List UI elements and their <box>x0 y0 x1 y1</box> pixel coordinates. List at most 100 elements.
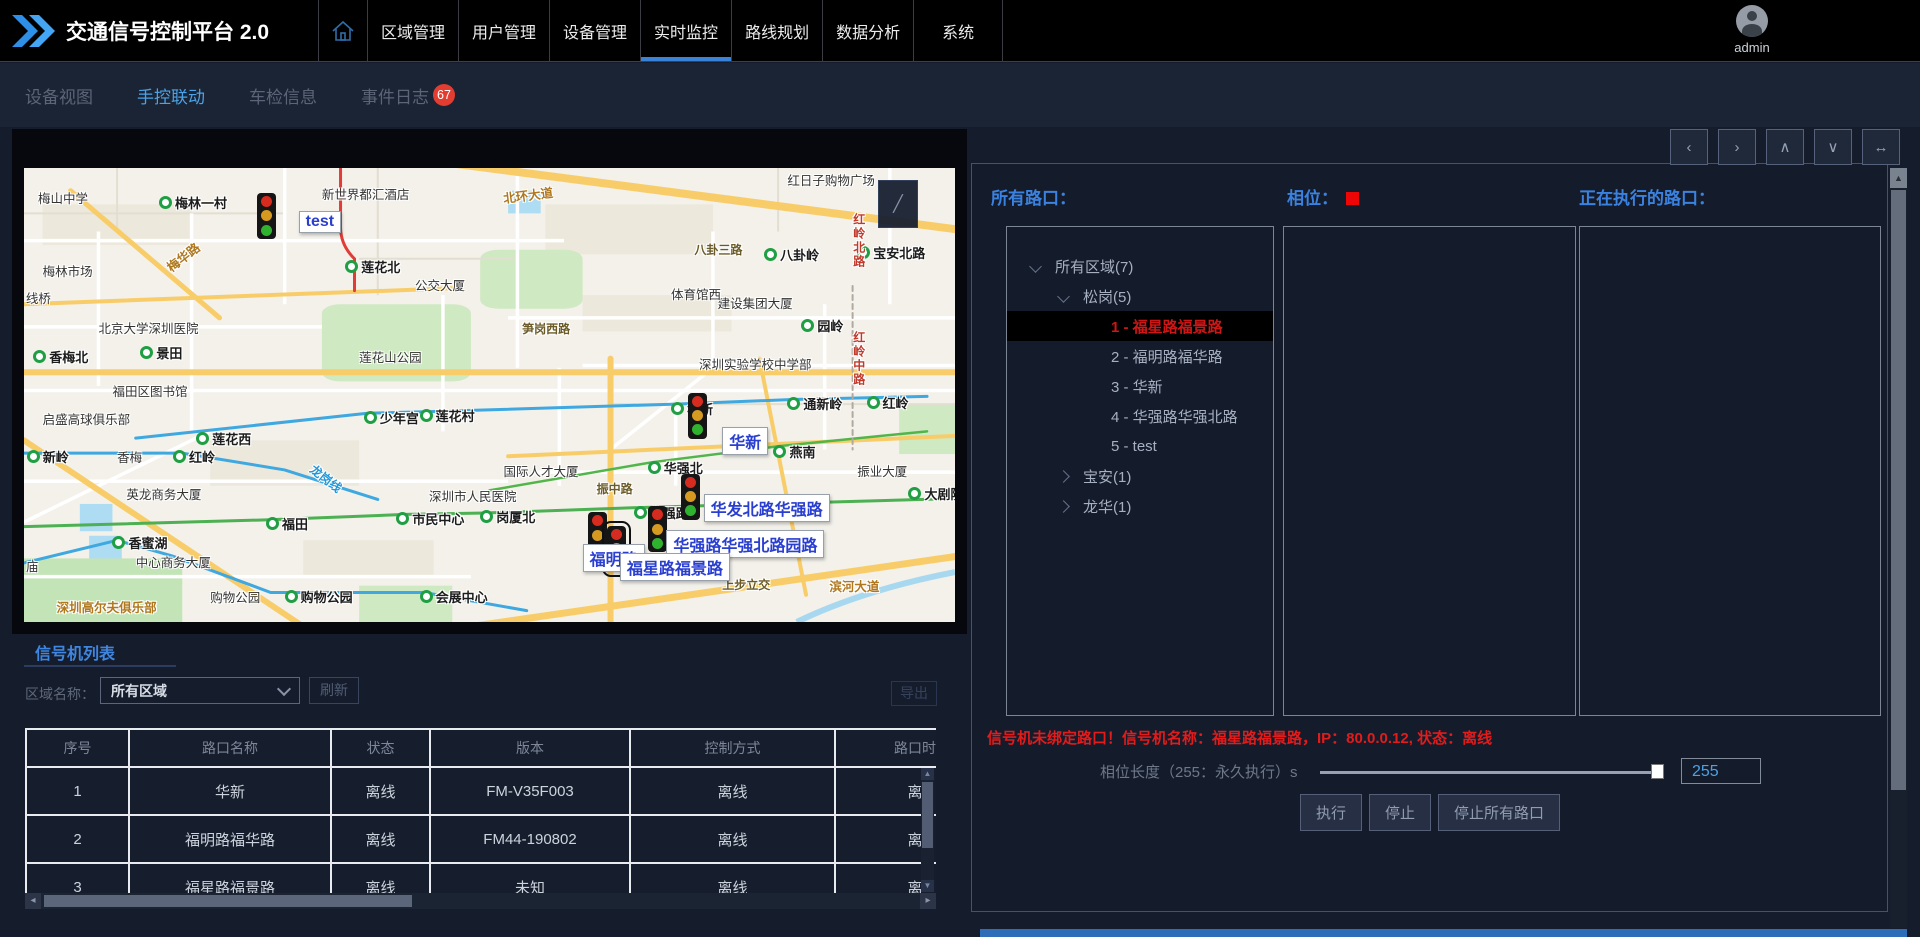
pan-expand-button[interactable]: ↔ <box>1862 129 1900 165</box>
region-name-label: 区域名称： <box>25 684 95 704</box>
red-light <box>611 529 622 540</box>
tree-node[interactable]: 1 - 福星路福景路 <box>1007 311 1273 341</box>
tree-node[interactable]: 所有区域(7) <box>1007 251 1273 281</box>
station-name: 香梅北 <box>49 347 88 366</box>
hscroll-track[interactable] <box>41 893 920 909</box>
signal-list-underline <box>24 665 176 667</box>
nav-item[interactable]: 设备管理 <box>549 0 640 61</box>
map-station-label: 莲花北 <box>345 257 400 276</box>
scroll-left-icon[interactable]: ◂ <box>25 893 41 909</box>
map-signal-label[interactable]: test <box>299 211 341 233</box>
subtab[interactable]: 事件日志67 <box>361 83 455 108</box>
table-cell: 2 <box>26 815 129 863</box>
tree-node[interactable]: 3 - 华新 <box>1007 371 1273 401</box>
map-label: 福田区图书馆 <box>112 381 187 400</box>
nav-item[interactable]: 路线规划 <box>731 0 822 61</box>
metro-station-icon <box>140 346 153 359</box>
map-canvas[interactable]: ╱ 梅山中学梅林一村新世界都汇酒店北环大道红日子购物广场梅林市场莲花北公交大厦八… <box>24 168 955 622</box>
yellow-light <box>652 524 663 535</box>
region-select[interactable]: 所有区域 <box>100 677 300 704</box>
map-draw-tool-icon[interactable]: ╱ <box>878 180 918 228</box>
tree-node[interactable]: 龙华(1) <box>1007 491 1273 521</box>
tree-node[interactable]: 2 - 福明路福华路 <box>1007 341 1273 371</box>
station-name: 梅林一村 <box>175 193 227 212</box>
scroll-down-icon[interactable]: ▼ <box>921 880 934 892</box>
metro-station-icon <box>773 445 786 458</box>
map-signal-label[interactable]: 福星路福景路 <box>620 553 730 581</box>
subtab-label: 车检信息 <box>249 83 317 108</box>
chevron-right-icon[interactable] <box>1057 470 1070 483</box>
pan-down-button[interactable]: ∨ <box>1814 129 1852 165</box>
metro-station-icon <box>285 590 298 603</box>
stop-button[interactable]: 停止 <box>1369 794 1431 831</box>
scrollbar-up-icon[interactable]: ▲ <box>1890 168 1907 188</box>
map-station-label: 香蜜湖 <box>112 533 167 552</box>
tree-node[interactable]: 4 - 华强路华强北路 <box>1007 401 1273 431</box>
stop-all-button[interactable]: 停止所有路口 <box>1438 794 1560 831</box>
scroll-right-icon[interactable]: ▸ <box>920 893 936 909</box>
subtab-label: 手控联动 <box>137 83 205 108</box>
nav-item[interactable]: 区域管理 <box>367 0 458 61</box>
table-horizontal-scrollbar[interactable]: ◂ ▸ <box>25 893 936 909</box>
traffic-light-marker[interactable] <box>648 506 667 552</box>
tree-node-label: 龙华(1) <box>1083 496 1131 517</box>
tree-node[interactable]: 松岗(5) <box>1007 281 1273 311</box>
table-row[interactable]: 2福明路福华路离线FM44-190802离线离 <box>26 815 936 863</box>
phase-length-input[interactable]: 255 <box>1681 758 1761 784</box>
metro-station-icon <box>173 450 186 463</box>
subtab[interactable]: 车检信息 <box>249 83 317 108</box>
map-signal-label[interactable]: 华新 <box>722 427 768 455</box>
metro-station-icon <box>364 411 377 424</box>
table-vertical-scrollbar[interactable]: ▲ ▼ <box>921 768 934 892</box>
map-station-label: 市民中心 <box>396 509 464 528</box>
map-station-label: 莲花村 <box>420 406 475 425</box>
scrollbar-thumb[interactable] <box>1891 190 1906 790</box>
station-name: 香蜜湖 <box>128 533 167 552</box>
subtab[interactable]: 手控联动 <box>137 83 205 108</box>
metro-station-icon <box>33 350 46 363</box>
executing-list-box <box>1579 226 1881 716</box>
chevron-slot <box>1059 502 1083 511</box>
navbar-menu: 区域管理用户管理设备管理实时监控路线规划数据分析系统 <box>367 0 1003 61</box>
pan-up-button[interactable]: ∧ <box>1766 129 1804 165</box>
table-row[interactable]: 1华新离线FM-V35F003离线离 <box>26 767 936 815</box>
tree-node[interactable]: 宝安(1) <box>1007 461 1273 491</box>
traffic-light-marker[interactable] <box>688 393 707 439</box>
hscroll-thumb[interactable] <box>44 895 412 907</box>
map-station-label: 少年宫 <box>364 408 419 427</box>
user-menu[interactable]: admin <box>1712 5 1792 55</box>
phase-header-label: 相位： <box>1287 189 1338 208</box>
pan-right-button[interactable]: › <box>1718 129 1756 165</box>
table-row[interactable]: 3福星路福景路离线未知离线离 <box>26 863 936 893</box>
tree-node[interactable]: 5 - test <box>1007 431 1273 461</box>
slider-handle[interactable] <box>1651 764 1664 779</box>
subtab[interactable]: 设备视图 <box>25 83 93 108</box>
execute-button[interactable]: 执行 <box>1300 794 1362 831</box>
pan-left-button[interactable]: ‹ <box>1670 129 1708 165</box>
user-avatar-icon <box>1736 5 1768 37</box>
brand: 交通信号控制平台 2.0 <box>0 0 318 61</box>
nav-item[interactable]: 系统 <box>913 0 1003 61</box>
table-cell: 离线 <box>630 815 835 863</box>
chevron-down-icon[interactable] <box>1029 260 1042 273</box>
station-name: 市民中心 <box>412 509 464 528</box>
export-button[interactable]: 导出 <box>891 681 937 706</box>
page-scrollbar[interactable]: ▲ <box>1890 168 1907 928</box>
scroll-up-icon[interactable]: ▲ <box>921 768 934 780</box>
traffic-light-marker[interactable] <box>681 474 700 520</box>
chevron-down-icon[interactable] <box>1057 290 1070 303</box>
nav-item[interactable]: 数据分析 <box>822 0 913 61</box>
map-label: 公交大厦 <box>415 275 465 294</box>
signal-list-tab[interactable]: 信号机列表 <box>35 640 115 664</box>
traffic-light-marker[interactable] <box>257 193 276 239</box>
chevron-right-icon[interactable] <box>1057 500 1070 513</box>
map-signal-label[interactable]: 华发北路华强路 <box>704 494 830 522</box>
table-vscroll-thumb[interactable] <box>922 782 933 848</box>
map-station-label: 景田 <box>140 343 182 362</box>
nav-item[interactable]: 用户管理 <box>458 0 549 61</box>
home-icon[interactable] <box>318 0 367 61</box>
nav-item[interactable]: 实时监控 <box>640 0 731 61</box>
phase-length-slider[interactable] <box>1320 771 1656 774</box>
metro-station-icon <box>27 450 40 463</box>
refresh-button[interactable]: 刷新 <box>309 677 359 704</box>
